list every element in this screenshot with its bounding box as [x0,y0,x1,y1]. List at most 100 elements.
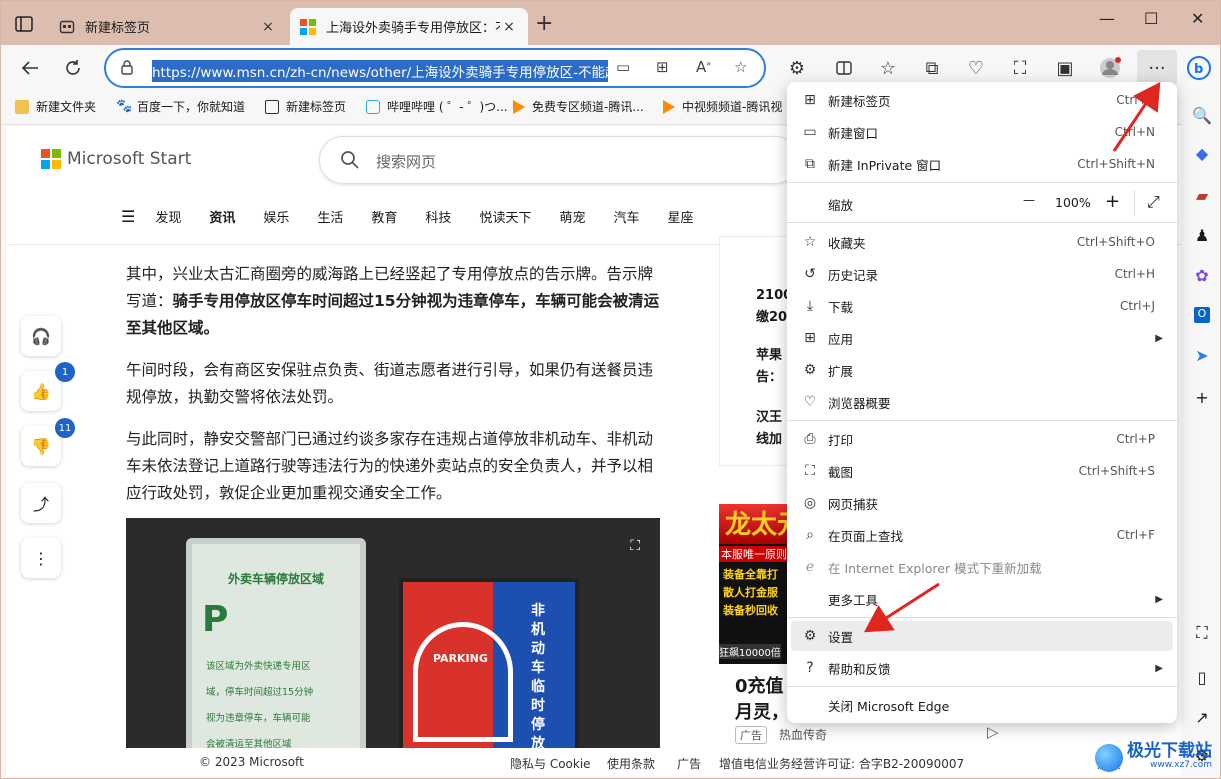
sidebar-outlook-icon[interactable]: O [1192,305,1212,325]
menu-item-browser-essentials[interactable]: ♡ 浏览器概要 [791,387,1173,417]
back-icon[interactable] [15,53,45,83]
bookmark-item[interactable]: 新建文件夹 [15,98,96,115]
menu-item-close-edge[interactable]: 关闭 Microsoft Edge [791,690,1173,720]
menu-item-history[interactable]: ↺ 历史记录 Ctrl+H [791,259,1173,289]
refresh-icon[interactable] [58,53,88,83]
screenshot-icon[interactable]: ⛶ [1005,53,1035,83]
close-window-button[interactable]: ✕ [1191,9,1204,28]
menu-item-new-tab[interactable]: ⊞ 新建标签页 Ctrl+T [791,85,1173,115]
zoom-out-button[interactable]: — [1023,193,1035,207]
menu-item-downloads[interactable]: ⤓ 下载 Ctrl+J [791,291,1173,321]
sidebar-screenshot-icon[interactable]: ⛶ [1192,623,1212,643]
ie-icon: ℯ [805,559,815,575]
favorites-icon[interactable]: ☆ [873,53,903,83]
bookmark-item[interactable]: 🐾 百度一下，你就知道 [116,98,245,115]
nav-item[interactable]: 悦读天下 [479,207,531,226]
menu-item-help-feedback[interactable]: ? 帮助和反馈 ▶ [791,653,1173,683]
tab-close-button[interactable]: × [259,19,277,35]
nav-item[interactable]: 生活 [317,207,343,226]
bookmark-item[interactable]: 哔哩哔哩 ( ゜- ゜)つ... [366,98,508,115]
like-thumbs-up-icon[interactable]: 👍 [21,371,61,411]
nav-item[interactable]: 娱乐 [263,207,289,226]
app-available-icon[interactable]: ⊞ [656,58,669,76]
ad-source: 热血传奇 [779,728,828,742]
tab-actions-icon[interactable] [11,11,37,37]
microsoft-start-logo[interactable]: Microsoft Start [41,149,191,169]
ad-line: 散人打金服 [723,586,778,599]
menu-item-screenshot[interactable]: ⛶ 截图 Ctrl+Shift+S [791,456,1173,486]
news-item[interactable]: 汉王 线加 [756,407,782,451]
url-text[interactable]: https://www.msn.cn/zh-cn/news/other/上海设外… [152,60,608,82]
reader-mode-icon[interactable]: ▭ [616,58,630,76]
ad-tag: 广告 [735,726,767,744]
favorite-star-icon[interactable]: ☆ [734,58,747,76]
menu-item-settings[interactable]: ⚙ 设置 [791,621,1173,651]
footer-privacy-link[interactable]: 隐私与 Cookie [510,755,591,772]
footer-license[interactable]: 增值电信业务经营许可证: 合字B2-20090007 [719,755,964,772]
sidebar-tools-icon[interactable]: ▰ [1192,185,1212,205]
split-screen-icon[interactable] [829,53,859,83]
maximize-button[interactable]: ☐ [1144,9,1158,28]
sidebar-shopping-icon[interactable]: ◆ [1192,143,1212,163]
nav-item-active[interactable]: 资讯 [209,207,235,226]
menu-item-inprivate[interactable]: ⧉ 新建 InPrivate 窗口 Ctrl+Shift+N [791,149,1173,179]
nav-item[interactable]: 科技 [425,207,451,226]
tab-new-tab[interactable]: 新建标签页 × [49,8,287,45]
paragraph-bold: 骑手专用停放区停车时间超过15分钟视为违章停车，车辆可能会被清运至其他区域。 [126,292,660,337]
sidebar-search-icon[interactable]: 🔍 [1192,105,1212,125]
address-bar[interactable]: https://www.msn.cn/zh-cn/news/other/上海设外… [104,48,766,88]
search-box[interactable]: 搜索网页 [319,136,799,184]
browser-essentials-icon[interactable]: ♡ [961,53,991,83]
menu-item-apps[interactable]: ⊞ 应用 ▶ [791,323,1173,353]
menu-item-favorites[interactable]: ☆ 收藏夹 Ctrl+Shift+O [791,227,1173,257]
nav-item[interactable]: 星座 [667,207,693,226]
new-tab-button[interactable]: + [535,13,553,35]
menu-item-find-on-page[interactable]: ⌕ 在页面上查找 Ctrl+F [791,520,1173,550]
nav-item[interactable]: 汽车 [613,207,639,226]
copilot-bing-icon[interactable]: b [1184,53,1214,83]
fullscreen-expand-icon[interactable]: ⤢ [1147,192,1160,212]
article-photo[interactable]: 外卖车辆停放区域 P 该区域为外卖快递专用区 域，停车时间超过15分钟 视为违章… [126,518,660,776]
menu-item-extensions[interactable]: ⚙ 扩展 [791,355,1173,385]
bookmark-item[interactable]: 新建标签页 [265,98,346,115]
menu-item-more-tools[interactable]: 更多工具 ▶ [791,584,1173,614]
extensions-icon[interactable]: ⚙ [782,53,812,83]
share-icon[interactable]: ⤴ [21,483,61,523]
tab-article[interactable]: 上海设外卖骑手专用停放区：不能超 × [290,8,528,45]
footer-terms-link[interactable]: 使用条款 [607,755,655,772]
sidebar-games-icon[interactable]: ♟ [1192,225,1212,245]
minimize-button[interactable]: — [1099,9,1115,28]
fullscreen-icon[interactable]: ⛶ [630,538,640,554]
bookmark-item[interactable]: 中视频频道-腾讯视 [663,98,782,115]
ad-play-icon[interactable]: ▷ [987,723,999,741]
more-options-icon[interactable]: ⋮ [21,538,61,578]
tab-close-button[interactable]: × [500,19,518,35]
menu-item-print[interactable]: ⎙ 打印 Ctrl+P [791,424,1173,454]
sidebar-external-icon[interactable]: ↗ [1192,707,1212,727]
nav-item[interactable]: 萌宠 [559,207,585,226]
new-window-icon: ▭ [803,124,817,140]
listen-headphones-icon[interactable]: 🎧 [21,316,61,356]
profile-avatar-icon[interactable] [1095,53,1125,83]
zoom-in-button[interactable]: + [1105,191,1120,212]
settings-and-more-button[interactable]: ··· [1137,50,1177,86]
hamburger-menu-icon[interactable]: ☰ [121,207,135,226]
menu-item-new-window[interactable]: ▭ 新建窗口 Ctrl+N [791,117,1173,147]
nav-item[interactable]: 教育 [371,207,397,226]
lock-icon[interactable] [120,59,134,79]
workspaces-icon[interactable]: ▣ [1050,53,1080,83]
news-item[interactable]: 苹果 告： [756,345,782,389]
nav-item[interactable]: 发现 [155,207,181,226]
menu-item-web-capture[interactable]: ◎ 网页捕获 [791,488,1173,518]
sidebar-split-icon[interactable]: ▯ [1192,667,1212,687]
search-placeholder: 搜索网页 [376,153,437,171]
collections-icon[interactable]: ⧉ [917,53,947,83]
ad-title[interactable]: 0充值 月灵， [735,674,789,726]
bookmark-item[interactable]: 免费专区频道-腾讯... [513,98,644,115]
sidebar-microsoft365-icon[interactable]: ✿ [1192,265,1212,285]
sidebar-send-icon[interactable]: ➤ [1192,345,1212,365]
footer-ads-link[interactable]: 广告 [677,755,701,772]
read-aloud-icon[interactable]: A» [696,58,711,76]
sidebar-add-icon[interactable]: + [1192,387,1212,407]
tencent-video-icon [513,99,525,114]
